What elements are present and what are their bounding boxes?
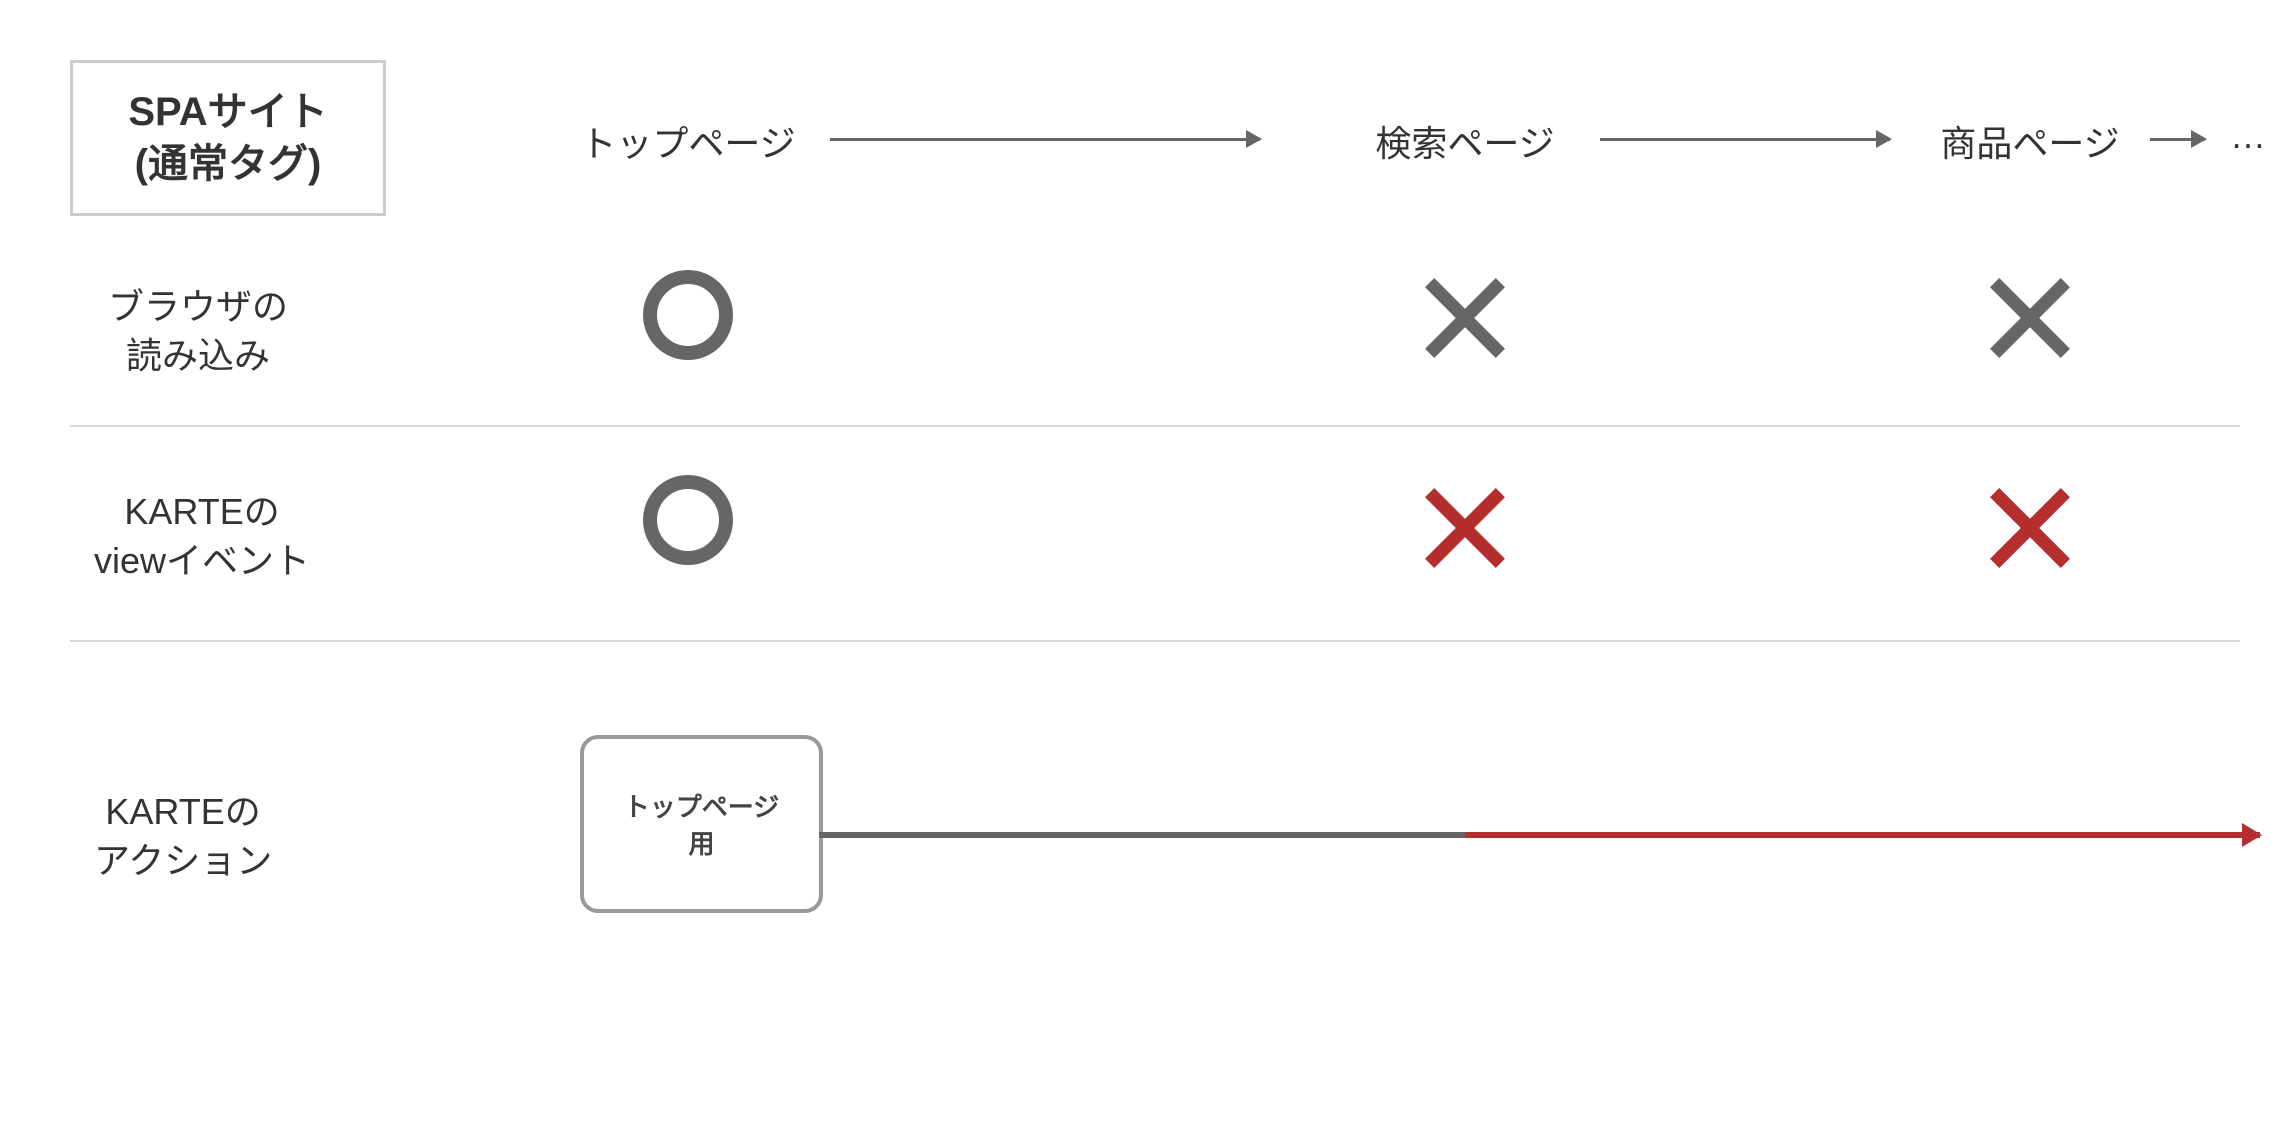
header-box: SPAサイト (通常タグ) [70,60,386,216]
row-view-event-label: KARTEの viewイベント [94,488,310,585]
page-search-label: 検索ページ [1375,115,1554,167]
row-browser-label: ブラウザの 読み込み [108,283,288,380]
page-product-label: 商品ページ [1940,115,2119,167]
action-box-line2: 用 [688,829,714,859]
action-box-top-page: トップページ 用 [580,735,823,913]
x-icon [1990,278,2070,358]
header-line1: SPAサイト [128,90,327,134]
header-line2: (通常タグ) [135,142,322,186]
action-timeline-red [1465,832,2260,838]
row-action-label: KARTEの アクション [94,788,272,885]
x-icon [1425,278,1505,358]
divider-1 [70,425,2240,427]
arrow-search-to-product [1600,138,1890,141]
page-ellipsis: … [2230,115,2266,157]
arrow-product-to-more [2150,138,2205,141]
page-top-label: トップページ [580,115,795,167]
row-action-line1: KARTEの [105,791,260,832]
divider-2 [70,640,2240,642]
row-view-event-line1: KARTEの [124,491,279,532]
action-timeline-gray [819,832,1465,838]
arrow-top-to-search [830,138,1260,141]
x-icon [1990,488,2070,568]
action-box-line1: トップページ [624,792,779,822]
circle-icon [643,270,733,360]
circle-icon [643,475,733,565]
row-view-event-line2: viewイベント [94,540,310,581]
row-action-line2: アクション [94,840,272,881]
x-icon [1425,488,1505,568]
row-browser-line2: 読み込み [126,335,270,376]
row-browser-line1: ブラウザの [108,286,288,327]
